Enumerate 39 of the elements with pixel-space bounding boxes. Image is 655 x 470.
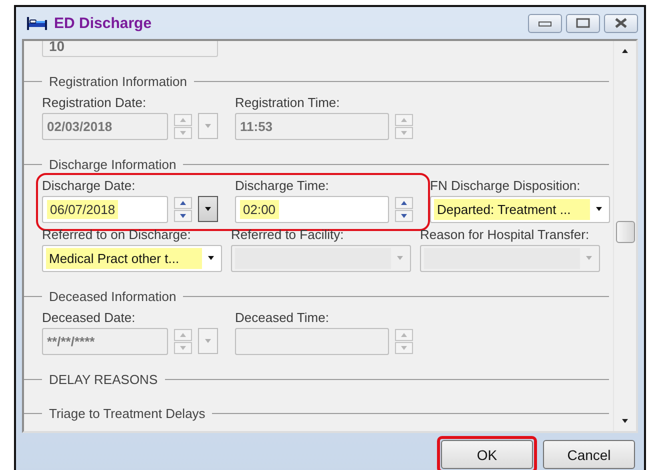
- date-field[interactable]: 06/07/2018: [42, 196, 168, 222]
- spin-buttons[interactable]: [174, 196, 192, 222]
- scrollbar[interactable]: [613, 41, 636, 431]
- dropdown-field[interactable]: Departed: Treatment ...: [430, 196, 610, 222]
- window-title: ED Discharge: [54, 14, 152, 32]
- spin-buttons[interactable]: [395, 196, 413, 222]
- field-label: Registration Time:: [235, 95, 341, 112]
- caret-icon: [203, 337, 213, 345]
- field-label: Referred to Facility:: [231, 227, 345, 244]
- close-icon: [614, 18, 628, 28]
- section-heading: Deceased Information: [48, 288, 178, 304]
- section-heading: Discharge Information: [48, 156, 178, 172]
- maximize-button[interactable]: [566, 14, 600, 32]
- caret-icon: [203, 122, 213, 130]
- scroll-thumb[interactable]: [616, 221, 634, 243]
- field-label: Deceased Date:: [42, 310, 136, 327]
- time-field[interactable]: 02:00: [235, 196, 389, 222]
- field-label: Reason for Hospital Transfer:: [420, 227, 590, 244]
- close-button[interactable]: [604, 14, 638, 32]
- scroll-down-icon: [620, 417, 630, 425]
- dropdown-field[interactable]: Medical Pract other t...: [42, 244, 222, 272]
- caret-icon: [203, 205, 213, 213]
- field-label: FN Discharge Disposition:: [430, 178, 582, 195]
- section-heading: Triage to Treatment Delays: [48, 406, 206, 420]
- dialog-button[interactable]: OK: [441, 440, 533, 469]
- minimize-button[interactable]: [528, 14, 562, 32]
- field-label: Discharge Date:: [42, 178, 136, 195]
- section-heading: DELAY REASONS: [48, 372, 159, 386]
- field-label: Registration Date:: [42, 95, 148, 112]
- dialog-button[interactable]: Cancel: [543, 440, 635, 469]
- bed-icon: [26, 15, 48, 31]
- maximize-icon: [576, 18, 590, 28]
- scroll-up-icon: [620, 47, 630, 55]
- field-label: Discharge Time:: [235, 178, 330, 195]
- dropdown-button[interactable]: [198, 196, 218, 222]
- field-label: Deceased Time:: [235, 310, 330, 327]
- section-heading: Registration Information: [48, 74, 188, 88]
- field-label: Referred to on Discharge:: [42, 227, 192, 244]
- minimize-icon: [538, 19, 552, 27]
